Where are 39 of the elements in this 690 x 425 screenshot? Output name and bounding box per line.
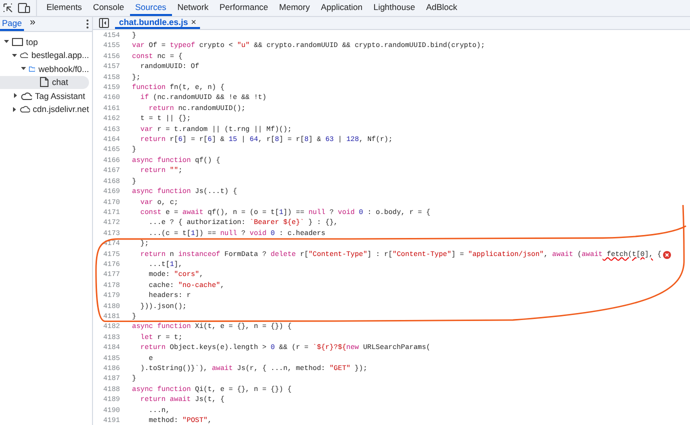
tree-item-label: webhook/f0... [38, 64, 89, 74]
panel-tab[interactable]: Performance [214, 0, 274, 16]
folder-icon [29, 64, 36, 74]
navigator-tab[interactable]: Page [0, 17, 24, 31]
panel-tab[interactable]: Console [87, 0, 130, 16]
cloud-icon [21, 90, 32, 101]
tree-item[interactable]: cdn.jsdelivr.net [0, 102, 89, 116]
more-tabs-button[interactable]: » [24, 17, 42, 31]
panel-tab[interactable]: AdBlock [420, 0, 463, 16]
expanded-triangle-icon [12, 52, 17, 58]
tree-item-label: top [26, 36, 38, 47]
tree-item[interactable]: bestlegal.app... [0, 48, 89, 62]
panel-tab[interactable]: Network [172, 0, 214, 16]
panel-tab[interactable]: Memory [274, 0, 316, 16]
close-tab-button[interactable]: × [190, 17, 196, 27]
cloud-icon [20, 104, 30, 114]
panel-tab[interactable]: Elements [41, 0, 88, 16]
panel-tab[interactable]: Application [315, 0, 368, 16]
expanded-triangle-icon [21, 66, 26, 72]
tree-item-label: cdn.jsdelivr.net [32, 104, 89, 114]
file-tab[interactable]: chat.bundle.es.js × [115, 17, 200, 29]
expanded-triangle-icon [4, 39, 8, 44]
frame-icon [12, 36, 23, 47]
sidebar-toggle-icon[interactable] [99, 18, 109, 28]
tree-item[interactable]: top [0, 35, 89, 48]
panel-tab[interactable]: Lighthouse [368, 0, 421, 16]
tree-item-label: chat [52, 77, 68, 88]
tree-item-label: Tag Assistant [35, 90, 86, 101]
tree-item[interactable]: webhook/f0... [0, 62, 89, 76]
inspect-icon[interactable] [3, 3, 13, 13]
cloud-icon [20, 50, 28, 60]
more-options-icon[interactable] [86, 19, 89, 29]
tree-item-label: bestlegal.app... [31, 50, 89, 60]
device-icon[interactable] [18, 3, 30, 13]
tree-item[interactable]: chat [0, 76, 89, 89]
tree-item[interactable]: Tag Assistant [0, 89, 89, 102]
file-icon [39, 77, 49, 88]
collapsed-triangle-icon [12, 106, 18, 112]
collapsed-triangle-icon [12, 93, 18, 98]
